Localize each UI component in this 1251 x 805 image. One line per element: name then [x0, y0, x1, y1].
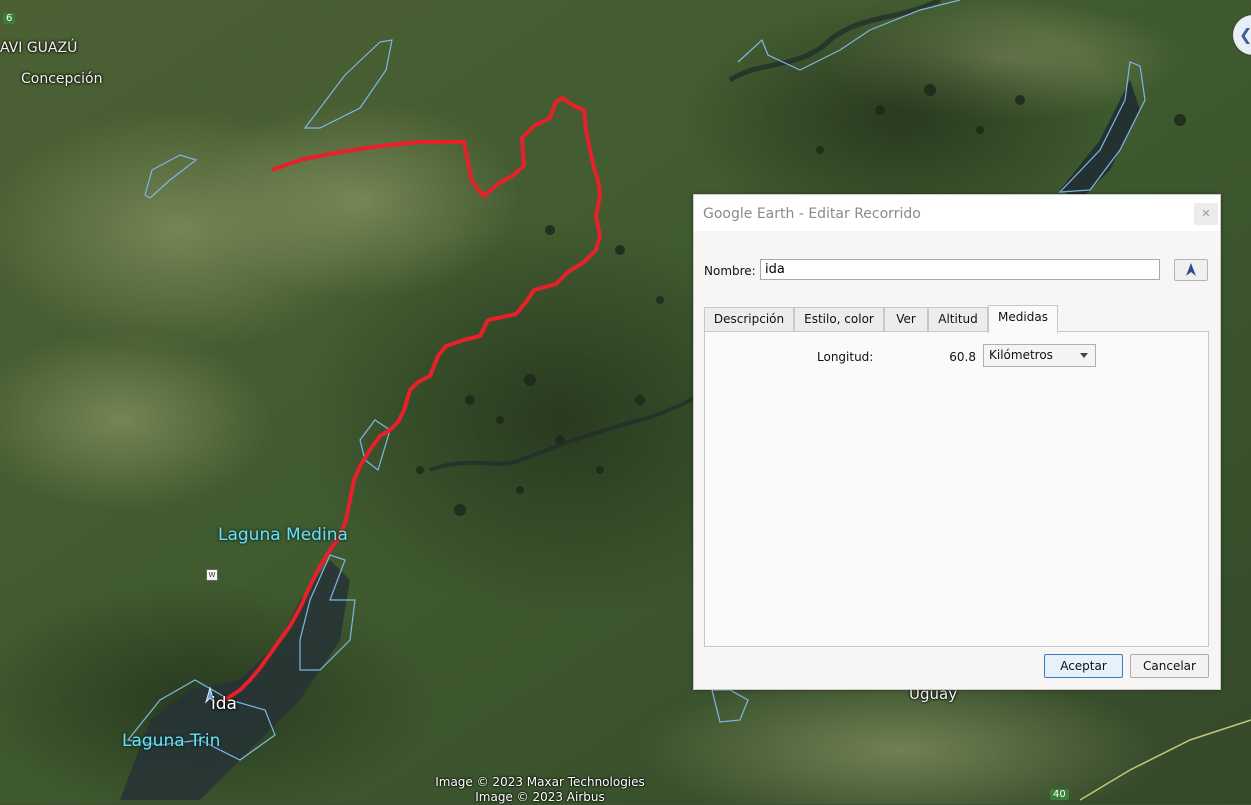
water-label-laguna-medina: Laguna Medina: [218, 525, 348, 545]
place-label-concepcion: Concepción: [21, 71, 103, 87]
route-label[interactable]: ida: [211, 694, 237, 714]
dialog-title: Google Earth - Editar Recorrido: [703, 206, 921, 222]
edit-path-dialog: Google Earth - Editar Recorrido ✕ Nombre…: [693, 194, 1221, 690]
length-label: Longitud:: [817, 350, 874, 364]
tab-descripcion[interactable]: Descripción: [704, 307, 794, 331]
close-button[interactable]: ✕: [1194, 203, 1218, 225]
cancel-button[interactable]: Cancelar: [1130, 654, 1209, 678]
attribution-line: Image © 2023 Airbus: [475, 790, 605, 804]
path-style-icon: [1186, 263, 1196, 276]
tab-ver[interactable]: Ver: [884, 307, 928, 331]
ok-button[interactable]: Aceptar: [1044, 654, 1123, 678]
name-label: Nombre:: [704, 264, 756, 278]
tab-medidas[interactable]: Medidas: [988, 305, 1058, 333]
dialog-titlebar[interactable]: Google Earth - Editar Recorrido ✕: [694, 195, 1220, 231]
attribution-line: Image © 2023 Maxar Technologies: [435, 775, 645, 789]
name-input[interactable]: [760, 259, 1160, 280]
unit-select[interactable]: Kilómetros: [983, 344, 1096, 367]
place-label-avi-guazu: AVI GUAZÚ: [0, 40, 78, 56]
tab-estilo-color[interactable]: Estilo, color: [794, 307, 884, 331]
unit-select-value: Kilómetros: [989, 348, 1053, 362]
road-shield: 40: [1050, 789, 1069, 800]
water-label-laguna-trin: Laguna Trin: [122, 731, 221, 751]
close-icon: ✕: [1201, 207, 1211, 220]
chevron-left-icon: ❮: [1239, 25, 1251, 44]
style-button[interactable]: [1174, 259, 1208, 281]
chevron-down-icon: [1080, 353, 1088, 358]
tab-altitud[interactable]: Altitud: [928, 307, 988, 331]
measures-panel: Longitud: 60.8 Kilómetros: [704, 331, 1209, 647]
road-shield: 6: [3, 13, 16, 24]
poi-icon[interactable]: W: [206, 569, 218, 581]
attribution: Image © 2023 Maxar Technologies Image © …: [420, 775, 660, 805]
length-value: 60.8: [949, 350, 976, 364]
